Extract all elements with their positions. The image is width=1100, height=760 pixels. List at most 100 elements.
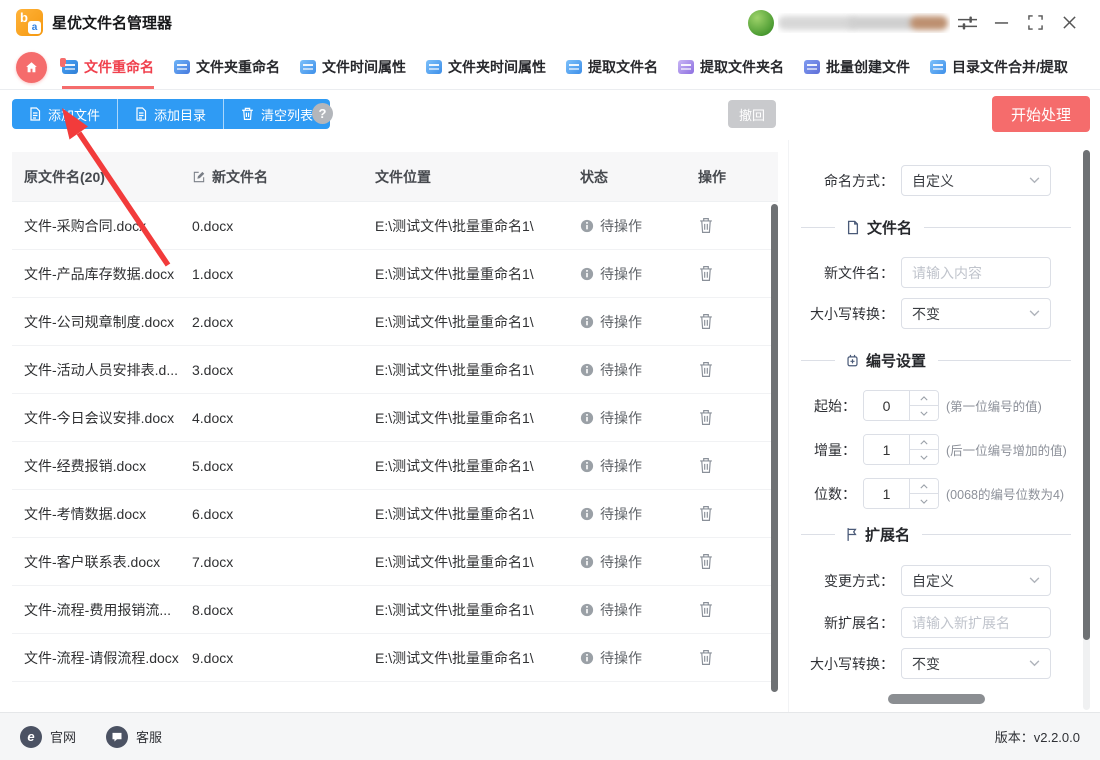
increment-down-button[interactable] (910, 450, 938, 464)
maximize-button[interactable] (1018, 0, 1052, 45)
panel-horizontal-scrollbar[interactable] (888, 694, 985, 704)
delete-row-button[interactable] (698, 457, 714, 474)
tab-label: 目录文件合并/提取 (952, 58, 1068, 75)
minimize-button[interactable] (984, 0, 1018, 45)
cell-file-location: E:\测试文件\批量重命名1\ (375, 505, 534, 522)
app-title: 星优文件名管理器 (52, 15, 173, 32)
cell-status: 待操作 (568, 552, 686, 572)
cell-new-name: 8.docx (192, 601, 234, 618)
help-icon[interactable]: ? (312, 103, 333, 124)
info-icon (580, 507, 594, 520)
extension-case-select[interactable]: 不变 (901, 648, 1051, 679)
cell-original-name: 文件-客户联系表.docx (24, 553, 161, 570)
delete-row-button[interactable] (698, 505, 714, 522)
tab-folder-time[interactable]: 文件夹时间属性 (426, 45, 546, 89)
cell-actions (686, 553, 778, 570)
cell-original-name: 文件-考情数据.docx (24, 505, 147, 522)
user-avatar[interactable] (748, 9, 774, 36)
cell-actions (686, 505, 778, 522)
tab-folder-rename[interactable]: 文件夹重命名 (174, 45, 280, 89)
extension-section-divider: 扩展名 (789, 525, 1083, 544)
new-filename-label: 新文件名： (824, 264, 894, 281)
increment-input[interactable] (864, 435, 909, 464)
cell-actions (686, 361, 778, 378)
tab-extract-foldername[interactable]: 提取文件夹名 (678, 45, 784, 89)
naming-method-row: 命名方式： 自定义 (789, 165, 1083, 196)
start-increment-button[interactable] (910, 391, 938, 406)
tab-extract-filename[interactable]: 提取文件名 (566, 45, 658, 89)
cell-actions (686, 313, 778, 330)
tab-batch-create[interactable]: 批量创建文件 (804, 45, 910, 89)
batch-create-icon (804, 59, 820, 74)
add-files-button[interactable]: 添加文件 (12, 99, 119, 129)
table-row: 文件-流程-请假流程.docx 9.docx E:\测试文件\批量重命名1\ 待操作 (12, 634, 778, 682)
table-row: 文件-公司规章制度.docx 2.docx E:\测试文件\批量重命名1\ 待操作 (12, 298, 778, 346)
numbering-section-divider: 编号设置 (789, 351, 1083, 370)
settings-sliders-icon[interactable] (950, 0, 984, 45)
delete-row-button[interactable] (698, 361, 714, 378)
user-name-blurred[interactable] (778, 13, 950, 33)
start-number-hint: (第一位编号的值) (946, 400, 1042, 414)
new-filename-row: 新文件名： (789, 257, 1083, 288)
start-number-stepper (863, 390, 939, 421)
website-icon: e (20, 725, 42, 748)
cell-original-name: 文件-经费报销.docx (24, 457, 147, 474)
cell-original-name: 文件-产品库存数据.docx (24, 265, 175, 282)
close-button[interactable] (1052, 0, 1086, 45)
tab-file-time[interactable]: 文件时间属性 (300, 45, 406, 89)
filename-section-title: 文件名 (867, 219, 913, 237)
delete-row-button[interactable] (698, 217, 714, 234)
digits-input[interactable] (864, 479, 909, 508)
delete-row-button[interactable] (698, 553, 714, 570)
chevron-down-icon (1029, 177, 1040, 184)
cell-file-location: E:\测试文件\批量重命名1\ (375, 361, 534, 378)
info-icon (580, 315, 594, 328)
titlebar-controls (748, 0, 1086, 45)
new-extension-label: 新扩展名： (824, 614, 894, 631)
merge-extract-icon (930, 59, 946, 74)
cell-actions (686, 409, 778, 426)
tab-merge-extract[interactable]: 目录文件合并/提取 (930, 45, 1068, 89)
delete-row-button[interactable] (698, 649, 714, 666)
start-process-button[interactable]: 开始处理 (992, 96, 1090, 132)
filename-case-select[interactable]: 不变 (901, 298, 1051, 329)
new-extension-input[interactable] (901, 607, 1051, 638)
tab-label: 提取文件夹名 (700, 58, 784, 75)
delete-row-button[interactable] (698, 601, 714, 618)
naming-method-select[interactable]: 自定义 (901, 165, 1051, 196)
add-directory-button[interactable]: 添加目录 (118, 99, 225, 129)
start-decrement-button[interactable] (910, 406, 938, 420)
panel-vertical-scrollbar[interactable] (1083, 150, 1090, 640)
tab-label: 文件夹时间属性 (448, 58, 546, 75)
start-number-input[interactable] (864, 391, 909, 420)
undo-button[interactable]: 撤回 (728, 100, 776, 128)
cell-status: 待操作 (568, 456, 686, 476)
cell-new-name: 7.docx (192, 553, 234, 570)
delete-row-button[interactable] (698, 265, 714, 282)
support-link[interactable]: 客服 (106, 725, 162, 748)
table-vertical-scrollbar[interactable] (771, 204, 778, 692)
delete-row-button[interactable] (698, 313, 714, 330)
change-method-select[interactable]: 自定义 (901, 565, 1051, 596)
cell-file-location: E:\测试文件\批量重命名1\ (375, 553, 534, 570)
new-filename-input[interactable] (901, 257, 1051, 288)
website-link[interactable]: e 官网 (20, 725, 76, 748)
increment-label: 增量： (814, 441, 856, 458)
edit-icon (193, 171, 205, 182)
increment-up-button[interactable] (910, 435, 938, 450)
tab-label: 文件时间属性 (322, 58, 406, 75)
cell-actions (686, 457, 778, 474)
cell-status: 待操作 (568, 504, 686, 524)
table-row: 文件-客户联系表.docx 7.docx E:\测试文件\批量重命名1\ 待操作 (12, 538, 778, 586)
cell-file-location: E:\测试文件\批量重命名1\ (375, 217, 534, 234)
col-file-location: 文件位置 (375, 168, 431, 185)
digits-up-button[interactable] (910, 479, 938, 494)
trash-icon (700, 650, 712, 665)
tab-file-rename[interactable]: 文件重命名 (60, 45, 154, 89)
titlebar: ba 星优文件名管理器 (0, 0, 1100, 45)
digits-down-button[interactable] (910, 494, 938, 508)
digits-row: 位数： (0068的编号位数为4) (789, 478, 1083, 509)
delete-row-button[interactable] (698, 409, 714, 426)
trash-icon (700, 458, 712, 473)
home-button[interactable] (16, 51, 47, 83)
